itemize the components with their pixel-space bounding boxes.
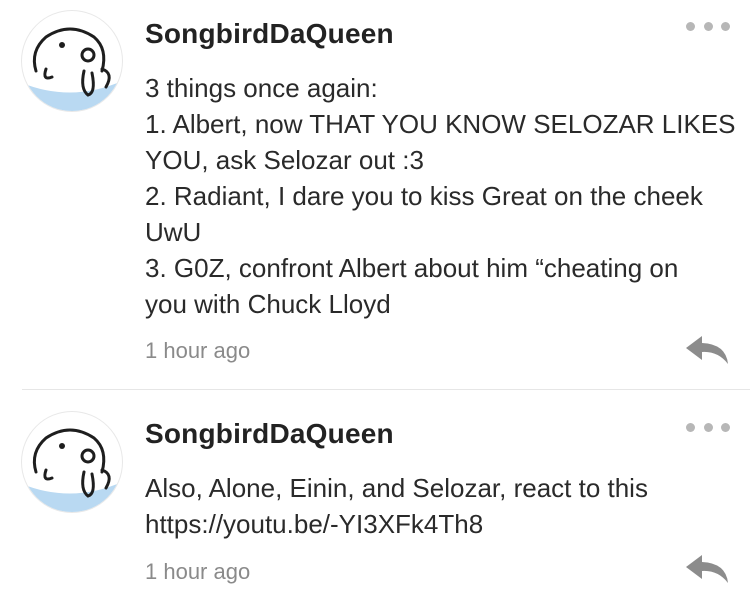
- comment-item: SongbirdDaQueen 3 things once again: 1. …: [0, 0, 750, 390]
- comment-line: 3. G0Z, confront Albert about him “cheat…: [145, 253, 679, 283]
- comment-text: Also, Alone, Einin, and Selozar, react t…: [145, 470, 730, 542]
- doodle-face-icon: [22, 428, 122, 512]
- comment-link[interactable]: https://youtu.be/-YI3XFk4Th8: [145, 506, 730, 542]
- comment-line: 3 things once again:: [145, 73, 378, 103]
- comment-line: you with Chuck Lloyd: [145, 289, 391, 319]
- reply-button[interactable]: [684, 334, 730, 366]
- comment-line: 1. Albert, now THAT YOU KNOW SELOZAR LIK…: [145, 109, 736, 139]
- comment-line: 2. Radiant, I dare you to kiss Great on …: [145, 181, 703, 211]
- comment-line: YOU, ask Selozar out :3: [145, 145, 424, 175]
- doodle-face-icon: [22, 27, 122, 111]
- timestamp: 1 hour ago: [145, 559, 251, 584]
- avatar[interactable]: [22, 11, 122, 111]
- more-dots-icon: [686, 21, 695, 31]
- comment-line: Also, Alone, Einin, and Selozar, react t…: [145, 473, 648, 503]
- more-dots-icon: [686, 422, 695, 432]
- comment-line: UwU: [145, 217, 202, 247]
- more-dots-icon-dot: [703, 422, 713, 432]
- username[interactable]: SongbirdDaQueen: [145, 18, 394, 50]
- more-dots-icon-dot: [721, 21, 730, 31]
- comment-text: 3 things once again: 1. Albert, now THAT…: [145, 70, 736, 322]
- more-dots-icon-dot: [721, 422, 730, 432]
- username[interactable]: SongbirdDaQueen: [145, 418, 394, 450]
- reply-button[interactable]: [684, 553, 730, 585]
- more-options-button[interactable]: [686, 417, 730, 437]
- more-options-button[interactable]: [686, 16, 730, 36]
- reply-arrow-icon: [686, 336, 728, 364]
- timestamp: 1 hour ago: [145, 338, 251, 363]
- avatar[interactable]: [22, 412, 122, 512]
- more-dots-icon-dot: [703, 21, 713, 31]
- reply-arrow-icon: [686, 555, 728, 583]
- comment-item: SongbirdDaQueen Also, Alone, Einin, and …: [0, 390, 750, 602]
